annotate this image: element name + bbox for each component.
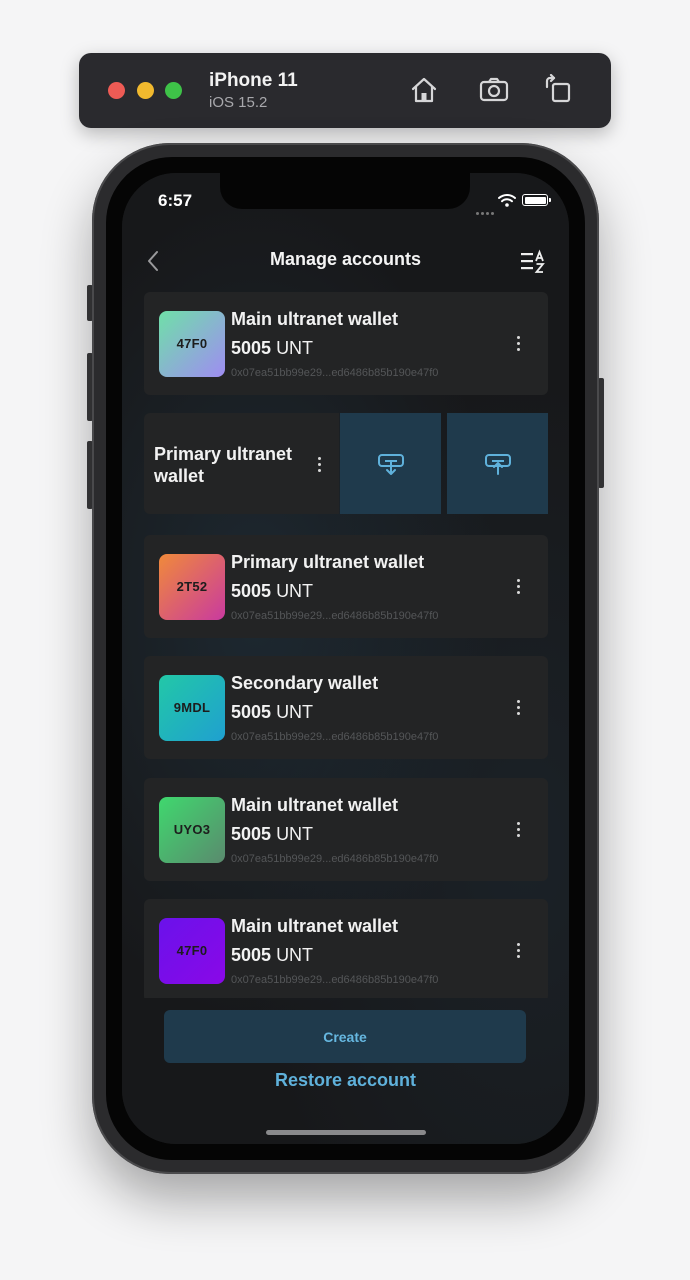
send-icon <box>484 453 511 475</box>
swiped-account-row[interactable]: Primary ultranet wallet <box>122 413 569 516</box>
os-version: iOS 15.2 <box>209 94 268 111</box>
close-window-button[interactable] <box>108 82 125 99</box>
status-time: 6:57 <box>158 191 193 210</box>
balance-unit: UNT <box>276 702 314 722</box>
account-avatar: 9MDL <box>159 675 225 741</box>
account-name: Main ultranet wallet <box>231 309 399 329</box>
swiped-account-card[interactable]: Primary ultranet wallet <box>144 413 339 514</box>
balance-amount: 5005 <box>231 702 272 722</box>
home-indicator <box>266 1130 426 1135</box>
account-card[interactable]: 9MDL Secondary wallet 5005 UNT 0x07ea51b… <box>144 656 548 759</box>
account-balance: 5005 UNT <box>231 945 313 966</box>
balance-unit: UNT <box>276 581 314 601</box>
simulator-toolbar <box>79 53 611 128</box>
more-vertical-icon[interactable] <box>508 332 528 356</box>
receive-icon <box>377 453 404 475</box>
restore-account-link[interactable]: Restore account <box>122 1070 569 1091</box>
balance-unit: UNT <box>276 945 314 965</box>
more-vertical-icon[interactable] <box>309 453 329 477</box>
account-avatar: 2T52 <box>159 554 225 620</box>
screenshot-icon[interactable] <box>478 74 510 106</box>
home-icon[interactable] <box>408 74 440 106</box>
more-vertical-icon[interactable] <box>508 696 528 720</box>
balance-unit: UNT <box>276 824 314 844</box>
page-title: Manage accounts <box>269 249 422 269</box>
zoom-window-button[interactable] <box>165 82 182 99</box>
account-avatar: 47F0 <box>159 918 225 984</box>
account-name: Secondary wallet <box>231 673 379 693</box>
more-vertical-icon[interactable] <box>508 818 528 842</box>
account-balance: 5005 UNT <box>231 824 313 845</box>
more-vertical-icon[interactable] <box>508 939 528 963</box>
more-vertical-icon[interactable] <box>508 575 528 599</box>
phone-screen: 6:57 Manage accounts 47F0 Main ultranet … <box>122 173 569 1144</box>
account-address: 0x07ea51bb99e29...ed6486b85b190e47f0 <box>231 974 439 986</box>
account-name: Main ultranet wallet <box>231 795 399 815</box>
send-button[interactable] <box>447 413 548 514</box>
balance-amount: 5005 <box>231 945 272 965</box>
account-name: Primary ultranet wallet <box>154 444 293 486</box>
account-address: 0x07ea51bb99e29...ed6486b85b190e47f0 <box>231 610 439 622</box>
account-address: 0x07ea51bb99e29...ed6486b85b190e47f0 <box>231 853 439 865</box>
account-balance: 5005 UNT <box>231 581 313 602</box>
account-address: 0x07ea51bb99e29...ed6486b85b190e47f0 <box>231 731 439 743</box>
account-card[interactable]: 47F0 Main ultranet wallet 5005 UNT 0x07e… <box>144 292 548 395</box>
account-card[interactable]: 47F0 Main ultranet wallet 5005 UNT 0x07e… <box>144 899 548 998</box>
account-name: Primary ultranet wallet <box>231 552 425 572</box>
minimize-window-button[interactable] <box>137 82 154 99</box>
rotate-icon[interactable] <box>542 74 574 106</box>
account-card[interactable]: 2T52 Primary ultranet wallet 5005 UNT 0x… <box>144 535 548 638</box>
account-avatar: 47F0 <box>159 311 225 377</box>
wifi-icon <box>498 194 516 207</box>
notch <box>220 173 470 209</box>
balance-amount: 5005 <box>231 824 272 844</box>
create-button[interactable]: Create <box>164 1010 526 1063</box>
receive-button[interactable] <box>340 413 441 514</box>
balance-amount: 5005 <box>231 338 272 358</box>
balance-unit: UNT <box>276 338 314 358</box>
account-avatar: UYO3 <box>159 797 225 863</box>
device-name: iPhone 11 <box>209 70 298 91</box>
battery-icon <box>522 194 551 206</box>
balance-amount: 5005 <box>231 581 272 601</box>
account-balance: 5005 UNT <box>231 702 313 723</box>
account-address: 0x07ea51bb99e29...ed6486b85b190e47f0 <box>231 367 439 379</box>
account-balance: 5005 UNT <box>231 338 313 359</box>
account-card[interactable]: UYO3 Main ultranet wallet 5005 UNT 0x07e… <box>144 778 548 881</box>
account-name: Main ultranet wallet <box>231 916 399 936</box>
sort-az-icon[interactable] <box>520 249 548 275</box>
signal-icon <box>476 202 496 220</box>
accounts-list[interactable]: 47F0 Main ultranet wallet 5005 UNT 0x07e… <box>122 291 569 998</box>
